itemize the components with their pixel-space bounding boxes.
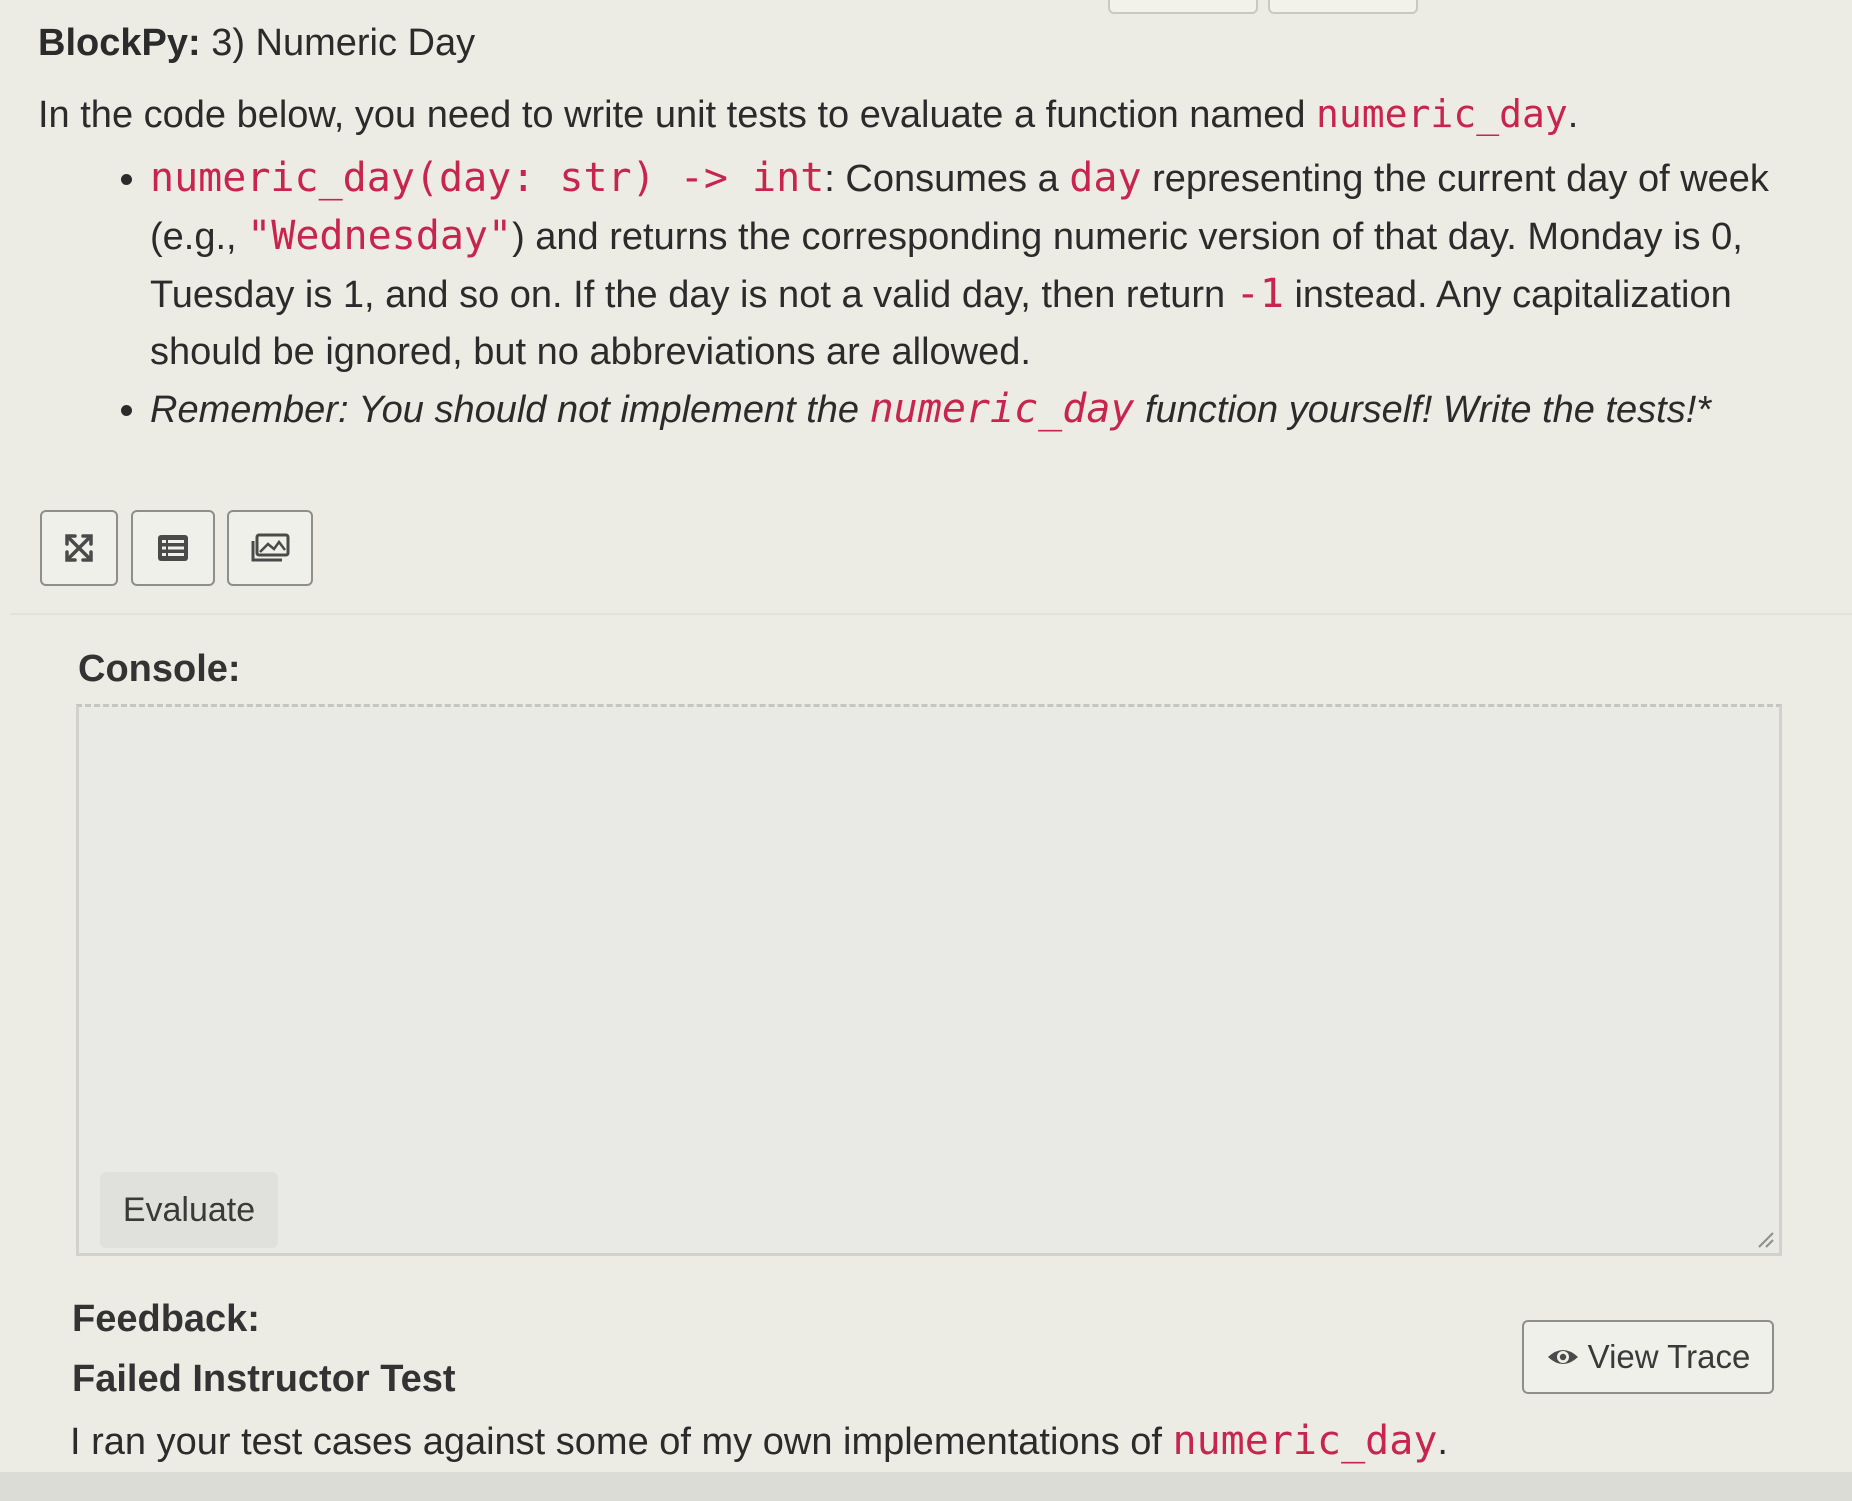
reminder-function-name: numeric_day — [869, 386, 1135, 432]
feedback-label: Feedback: — [72, 1298, 260, 1340]
reminder-text-2: function yourself! Write the tests!* — [1134, 389, 1712, 431]
image-icon — [251, 533, 290, 562]
top-tab-right[interactable] — [1268, 0, 1418, 14]
bottom-strip — [0, 1472, 1852, 1501]
evaluate-button[interactable]: Evaluate — [100, 1172, 278, 1248]
instruction-reminder-item: Remember: You should not implement the n… — [150, 381, 1850, 439]
intro-end: . — [1567, 94, 1579, 136]
function-signature: numeric_day(day: str) -> int — [150, 155, 825, 201]
feedback-title: Failed Instructor Test — [72, 1358, 456, 1400]
eye-icon — [1547, 1350, 1578, 1364]
feedback-message: I ran your test cases against some of my… — [70, 1418, 1448, 1464]
problem-title: 3) Numeric Day — [211, 22, 476, 64]
feedback-end: . — [1437, 1421, 1448, 1463]
view-trace-label: View Trace — [1587, 1338, 1751, 1375]
intro-text: In the code below, you need to write uni… — [38, 88, 1578, 141]
param-name: day — [1069, 155, 1142, 201]
instructions-list: numeric_day(day: str) -> int: Consumes a… — [88, 150, 1850, 439]
view-trace-button[interactable]: View Trace — [1522, 1320, 1774, 1394]
list-view-button[interactable] — [131, 510, 215, 586]
app-name: BlockPy: — [38, 22, 201, 64]
instruction-text-1: : Consumes a — [824, 158, 1070, 200]
feedback-function-name: numeric_day — [1172, 1418, 1438, 1464]
invalid-return-value: -1 — [1235, 271, 1284, 317]
reminder-text-1: Remember: You should not implement the — [150, 389, 870, 431]
feedback-message-text: I ran your test cases against some of my… — [70, 1421, 1173, 1463]
image-view-button[interactable] — [227, 510, 313, 586]
console-label: Console: — [78, 648, 241, 690]
intro-function-name: numeric_day — [1316, 92, 1568, 136]
intro-sentence: In the code below, you need to write uni… — [38, 94, 1317, 136]
example-value: "Wednesday" — [247, 213, 513, 259]
page-title: BlockPy: 3) Numeric Day — [38, 18, 475, 68]
resize-grip-icon[interactable] — [1755, 1229, 1775, 1249]
section-divider — [10, 613, 1852, 615]
list-icon — [158, 535, 188, 561]
fullscreen-button[interactable] — [40, 510, 118, 586]
fullscreen-icon — [65, 534, 93, 562]
top-tab-left[interactable] — [1108, 0, 1258, 14]
console-output[interactable] — [76, 704, 1782, 1256]
instruction-signature-item: numeric_day(day: str) -> int: Consumes a… — [150, 150, 1850, 381]
